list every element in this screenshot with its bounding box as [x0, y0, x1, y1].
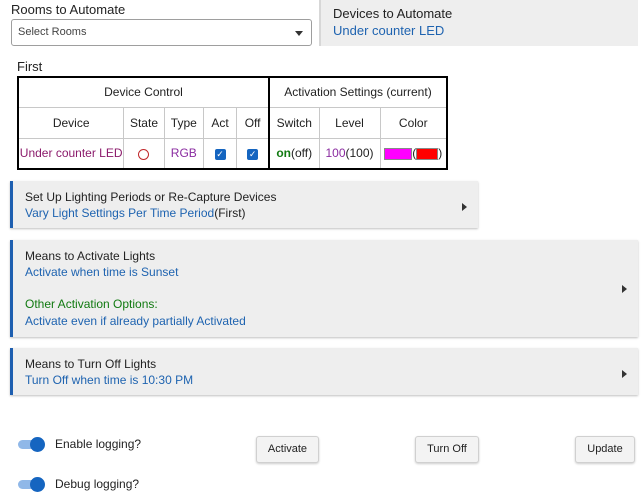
lighting-periods-value: Vary Light Settings Per Time Period(Firs… — [25, 206, 246, 220]
rooms-select-placeholder: Select Rooms — [18, 26, 87, 38]
expand-arrow-icon[interactable] — [622, 370, 627, 378]
activate-lights-value: Activate when time is Sunset — [25, 265, 179, 279]
col-header-type: Type — [163, 106, 204, 139]
col-header-off: Off — [236, 106, 270, 139]
switch-current: (off) — [291, 146, 313, 161]
table-row: Under counter LED RGB ✓ ✓ on(off) 100(10… — [17, 137, 448, 170]
debug-logging-toggle[interactable] — [18, 477, 45, 492]
caret-down-icon — [295, 31, 303, 36]
color-swatch-set — [384, 148, 413, 161]
enable-logging-toggle[interactable] — [18, 437, 45, 452]
debug-logging-label: Debug logging? — [55, 477, 140, 491]
expand-arrow-icon[interactable] — [622, 285, 627, 293]
col-header-act: Act — [202, 106, 238, 139]
color-swatch-current — [416, 148, 439, 161]
rooms-label: Rooms to Automate — [11, 2, 126, 17]
col-header-color: Color — [379, 106, 448, 139]
activate-lights-panel[interactable]: Means to Activate Lights Activate when t… — [10, 240, 638, 337]
update-button[interactable]: Update — [575, 436, 635, 463]
act-cell[interactable]: ✓ — [202, 137, 238, 170]
col-header-state: State — [123, 106, 165, 139]
toggle-knob-icon — [30, 477, 45, 492]
turn-off-lights-panel[interactable]: Means to Turn Off Lights Turn Off when t… — [10, 348, 638, 395]
state-cell[interactable] — [123, 137, 165, 170]
level-value: 100 — [325, 146, 346, 161]
col-header-level: Level — [318, 106, 381, 139]
device-table: Device Control Activation Settings (curr… — [17, 76, 448, 170]
devices-title: Devices to Automate — [333, 6, 453, 21]
col-header-device: Device — [17, 106, 125, 139]
level-cell[interactable]: 100(100) — [318, 137, 381, 170]
col-header-switch: Switch — [268, 106, 320, 139]
activate-button[interactable]: Activate — [256, 436, 319, 463]
act-checkbox-checked-icon[interactable]: ✓ — [214, 148, 226, 160]
enable-logging-label: Enable logging? — [55, 437, 142, 451]
devices-to-automate-box[interactable]: Devices to Automate Under counter LED — [319, 0, 638, 46]
toggle-knob-icon — [30, 437, 45, 452]
switch-on: on — [276, 146, 292, 161]
lighting-periods-panel[interactable]: Set Up Lighting Periods or Re-Capture De… — [10, 181, 478, 228]
turn-off-lights-value: Turn Off when time is 10:30 PM — [25, 373, 194, 387]
section-label: First — [17, 59, 43, 74]
color-cell[interactable]: () — [379, 137, 448, 170]
type-cell: RGB — [163, 137, 204, 170]
other-activation-title: Other Activation Options: — [25, 297, 158, 311]
switch-cell[interactable]: on(off) — [268, 137, 320, 170]
rooms-select[interactable]: Select Rooms — [11, 19, 312, 46]
off-cell[interactable]: ✓ — [236, 137, 270, 170]
state-off-icon — [138, 148, 150, 160]
group-header-activation-settings: Activation Settings (current) — [268, 76, 448, 108]
other-activation-value: Activate even if already partially Activ… — [25, 314, 246, 328]
devices-value[interactable]: Under counter LED — [333, 23, 444, 38]
activate-lights-title: Means to Activate Lights — [25, 249, 156, 263]
group-header-device-control: Device Control — [17, 76, 270, 108]
expand-arrow-icon[interactable] — [462, 203, 467, 211]
level-current: (100) — [345, 146, 374, 161]
lighting-periods-title: Set Up Lighting Periods or Re-Capture De… — [25, 190, 277, 204]
device-name[interactable]: Under counter LED — [17, 137, 125, 170]
off-checkbox-checked-icon[interactable]: ✓ — [247, 148, 259, 160]
turn-off-lights-title: Means to Turn Off Lights — [25, 357, 157, 371]
turn-off-button[interactable]: Turn Off — [415, 436, 479, 463]
